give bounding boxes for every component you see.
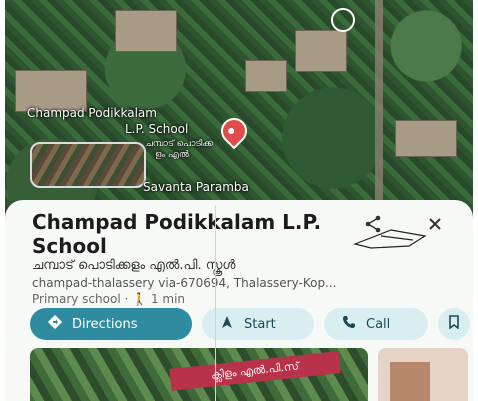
divider [215,205,216,401]
call-button[interactable]: Call [324,308,428,340]
directions-label: Directions [72,316,138,332]
directions-icon [47,314,63,333]
place-photo[interactable]: ക്ലിളം എൽ.പി.സ് [30,348,368,401]
map-label-school-ml-2: ളം എൽ [155,150,189,160]
save-button[interactable] [438,308,470,340]
location-pin-icon[interactable] [215,112,253,150]
phone-icon [342,315,356,333]
street-view-thumbnail[interactable] [30,142,146,188]
call-label: Call [366,316,391,332]
place-address[interactable]: champad-thalassery via-670694, Thalasser… [32,276,337,290]
walk-time: 1 min [150,292,186,306]
map-label-place[interactable]: Savanta Paramba [143,180,249,194]
map-label-school-2[interactable]: L.P. School [125,122,188,136]
photo-strip: ക്ലിളം എൽ.പി.സ് [30,348,468,401]
directions-button[interactable]: Directions [30,308,192,340]
place-title: Champad Podikkalam L.P. School [32,210,322,258]
compass-icon[interactable] [331,8,355,32]
place-category: Primary school [32,292,121,306]
place-bottom-sheet: Champad Podikkalam L.P. School ചമ്പാട് പ… [5,200,473,401]
meta-separator: · [124,292,129,306]
road [375,0,383,200]
walking-person-icon: 🚶 [132,292,148,306]
start-label: Start [244,316,276,332]
navigation-arrow-icon [220,315,234,333]
maps-screen: Champad Podikkalam L.P. School ചമ്പാട് പ… [5,0,473,401]
photo-school-banner: ക്ലിളം എൽ.പി.സ് [169,351,341,391]
pen-scribble-mark [353,229,427,249]
map-label-school[interactable]: Champad Podikkalam [27,106,157,120]
building [395,120,457,157]
building [115,10,177,52]
bookmark-icon [448,315,460,333]
building [295,30,347,72]
start-button[interactable]: Start [202,308,314,340]
place-name-malayalam: ചമ്പാട് പൊടിക്കളം എൽ.പി. സ്കൂൾ [32,258,236,273]
building [245,60,287,92]
satellite-map[interactable]: Champad Podikkalam L.P. School ചമ്പാട് പ… [5,0,473,230]
place-photo[interactable] [378,348,468,401]
action-buttons: Directions Start Call [30,308,470,344]
place-meta: Primary school · 🚶 1 min [32,292,185,306]
